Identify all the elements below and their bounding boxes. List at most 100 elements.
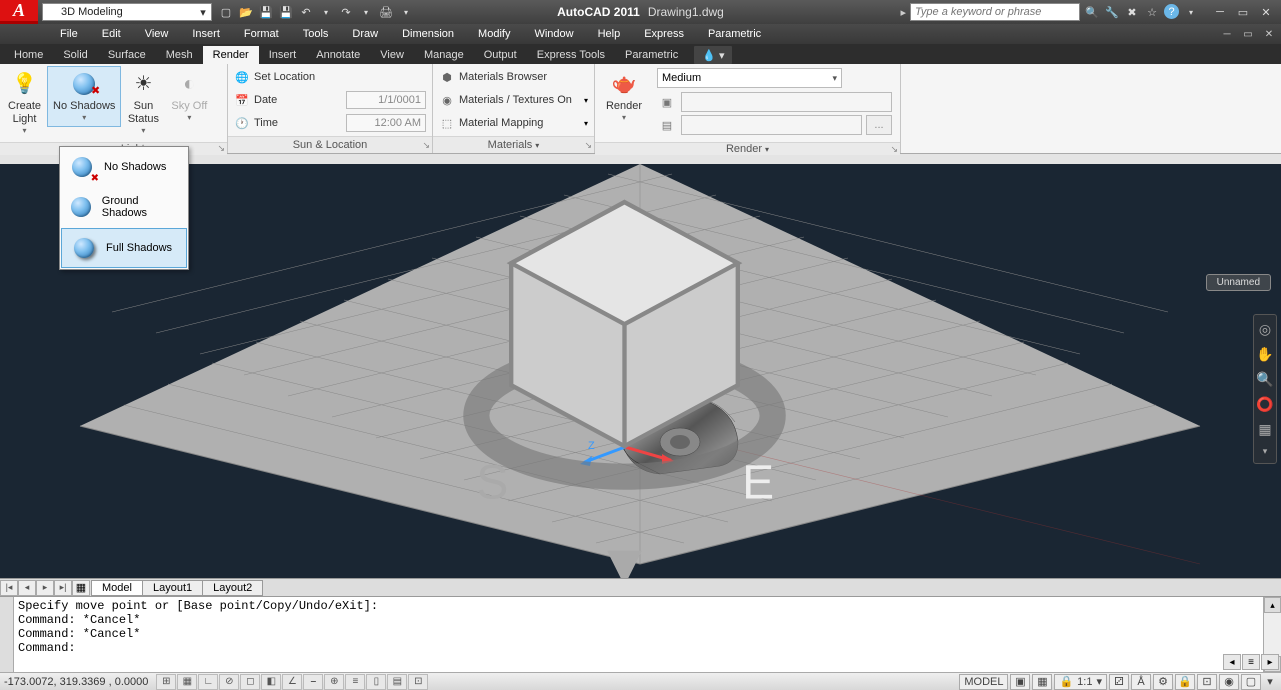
status-tray-expand[interactable]: ▾: [1263, 674, 1277, 690]
annotation-autoscale[interactable]: Å: [1131, 674, 1151, 690]
search-input[interactable]: [910, 3, 1080, 21]
menu-file[interactable]: File: [48, 24, 90, 44]
grid-toggle[interactable]: ▦: [177, 674, 197, 690]
mdi-close[interactable]: ✕: [1259, 27, 1279, 41]
3dosnap-toggle[interactable]: ◧: [261, 674, 281, 690]
polar-toggle[interactable]: ⊘: [219, 674, 239, 690]
menu-view[interactable]: View: [133, 24, 181, 44]
command-grip[interactable]: [0, 597, 14, 672]
tab-manage[interactable]: Manage: [414, 46, 474, 64]
otrack-toggle[interactable]: ∠: [282, 674, 302, 690]
mdi-restore[interactable]: ▭: [1238, 27, 1258, 41]
minimize-button[interactable]: ─: [1209, 4, 1231, 20]
saveas-icon[interactable]: 💾: [278, 4, 294, 20]
pan-icon[interactable]: ✋: [1256, 346, 1273, 363]
panel-render-title[interactable]: Render▾↘: [595, 142, 900, 155]
nav-expand-icon[interactable]: ▾: [1263, 446, 1268, 457]
viewport[interactable]: Z S E Unnamed ◎ ✋ 🔍 ⭕ ▦ ▾: [0, 164, 1281, 578]
cmd-right-button[interactable]: ▸: [1261, 654, 1279, 670]
tab-view[interactable]: View: [370, 46, 414, 64]
tab-output[interactable]: Output: [474, 46, 527, 64]
favorite-icon[interactable]: ☆: [1144, 4, 1160, 20]
open-icon[interactable]: 📂: [238, 4, 254, 20]
sc-toggle[interactable]: ⊡: [408, 674, 428, 690]
layout-tab-model[interactable]: Model: [91, 580, 143, 596]
create-light-button[interactable]: 💡 Create Light ▾: [2, 66, 47, 140]
osnap-toggle[interactable]: ◻: [240, 674, 260, 690]
redo-icon[interactable]: ↷: [338, 4, 354, 20]
menu-draw[interactable]: Draw: [340, 24, 390, 44]
ducs-toggle[interactable]: ⎯: [303, 674, 323, 690]
materials-browser-button[interactable]: ⬢ Materials Browser: [435, 66, 592, 88]
view-label[interactable]: Unnamed: [1206, 274, 1271, 291]
undo-icon[interactable]: ↶: [298, 4, 314, 20]
dropdown-item-ground-shadows[interactable]: Ground Shadows: [60, 187, 188, 227]
tab-annotate[interactable]: Annotate: [306, 46, 370, 64]
clean-screen[interactable]: ▢: [1241, 674, 1261, 690]
mdi-minimize[interactable]: ─: [1217, 27, 1237, 41]
help-icon[interactable]: ?: [1164, 4, 1179, 19]
lwt-toggle[interactable]: ≡: [345, 674, 365, 690]
menu-express[interactable]: Express: [632, 24, 696, 44]
layout-tab-layout2[interactable]: Layout2: [202, 580, 263, 596]
appearance-dropdown[interactable]: 💧 ▾: [694, 46, 732, 64]
menu-edit[interactable]: Edit: [90, 24, 133, 44]
search-icon[interactable]: 🔍: [1084, 4, 1100, 20]
layout-next-button[interactable]: ▸: [36, 580, 54, 596]
layout-last-button[interactable]: ▸|: [54, 580, 72, 596]
set-location-button[interactable]: 🌐 Set Location: [230, 66, 430, 88]
tab-express[interactable]: Express Tools: [527, 46, 615, 64]
qat-dd-icon[interactable]: ▾: [398, 4, 414, 20]
steering-wheel-icon[interactable]: ◎: [1259, 321, 1271, 338]
app-menu-button[interactable]: A: [0, 0, 38, 24]
tab-parametric[interactable]: Parametric: [615, 46, 688, 64]
maximize-button[interactable]: ▭: [1232, 4, 1254, 20]
command-window[interactable]: Specify move point or [Base point/Copy/U…: [0, 596, 1281, 672]
toolbar-lock[interactable]: 🔒: [1175, 674, 1195, 690]
quick-view-layouts[interactable]: ▣: [1010, 674, 1030, 690]
tab-insert[interactable]: Insert: [259, 46, 307, 64]
tab-surface[interactable]: Surface: [98, 46, 156, 64]
tpy-toggle[interactable]: ▯: [366, 674, 386, 690]
quick-view-drawings[interactable]: ▦: [1032, 674, 1052, 690]
infocenter-arrow-icon[interactable]: ▸: [900, 6, 906, 19]
close-button[interactable]: ✕: [1255, 4, 1277, 20]
exchange-icon[interactable]: ✖: [1124, 4, 1140, 20]
shadows-dropdown-button[interactable]: ✖ No Shadows ▾: [47, 66, 121, 127]
snap-toggle[interactable]: ⊞: [156, 674, 176, 690]
dropdown-item-full-shadows[interactable]: Full Shadows: [61, 228, 187, 268]
dyn-toggle[interactable]: ⊕: [324, 674, 344, 690]
menu-dimension[interactable]: Dimension: [390, 24, 466, 44]
menu-format[interactable]: Format: [232, 24, 291, 44]
browse-button[interactable]: ...: [866, 115, 892, 135]
save-icon[interactable]: 💾: [258, 4, 274, 20]
sky-off-button[interactable]: ◐ Sky Off ▾: [165, 66, 213, 127]
render-button[interactable]: 🫖 Render ▾: [597, 66, 651, 127]
panel-materials-title[interactable]: Materials▾↘: [433, 136, 594, 153]
tab-mesh[interactable]: Mesh: [156, 46, 203, 64]
workspace-switch[interactable]: ⚙: [1153, 674, 1173, 690]
materials-textures-button[interactable]: ◉ Materials / Textures On ▾: [435, 89, 592, 111]
coords-display[interactable]: -173.0072, 319.3369 , 0.0000: [4, 676, 148, 688]
layout-first-button[interactable]: |◂: [0, 580, 18, 596]
sun-status-button[interactable]: ☀ Sun Status ▾: [121, 66, 165, 140]
date-input[interactable]: [346, 91, 426, 109]
zoom-icon[interactable]: 🔍: [1256, 371, 1273, 388]
layout-quick-view-button[interactable]: ▦: [72, 580, 90, 596]
viewcube[interactable]: S E: [0, 176, 1265, 578]
hardware-accel[interactable]: ⊡: [1197, 674, 1217, 690]
output-size-field[interactable]: [681, 92, 892, 112]
annotation-visibility[interactable]: ⚂: [1109, 674, 1129, 690]
isolate-objects[interactable]: ◉: [1219, 674, 1239, 690]
new-icon[interactable]: ▢: [218, 4, 234, 20]
print-icon[interactable]: 🖨: [378, 4, 394, 20]
annotation-scale[interactable]: 🔒 1:1 ▾: [1054, 674, 1107, 690]
scroll-up-button[interactable]: ▴: [1264, 597, 1281, 613]
render-preset-dropdown[interactable]: Medium ▾: [657, 68, 842, 88]
cmd-left-button[interactable]: ◂: [1223, 654, 1241, 670]
material-mapping-button[interactable]: ⬚ Material Mapping ▾: [435, 112, 592, 134]
menu-help[interactable]: Help: [586, 24, 633, 44]
redo-dd-icon[interactable]: ▾: [358, 4, 374, 20]
menu-window[interactable]: Window: [522, 24, 585, 44]
ortho-toggle[interactable]: ∟: [198, 674, 218, 690]
